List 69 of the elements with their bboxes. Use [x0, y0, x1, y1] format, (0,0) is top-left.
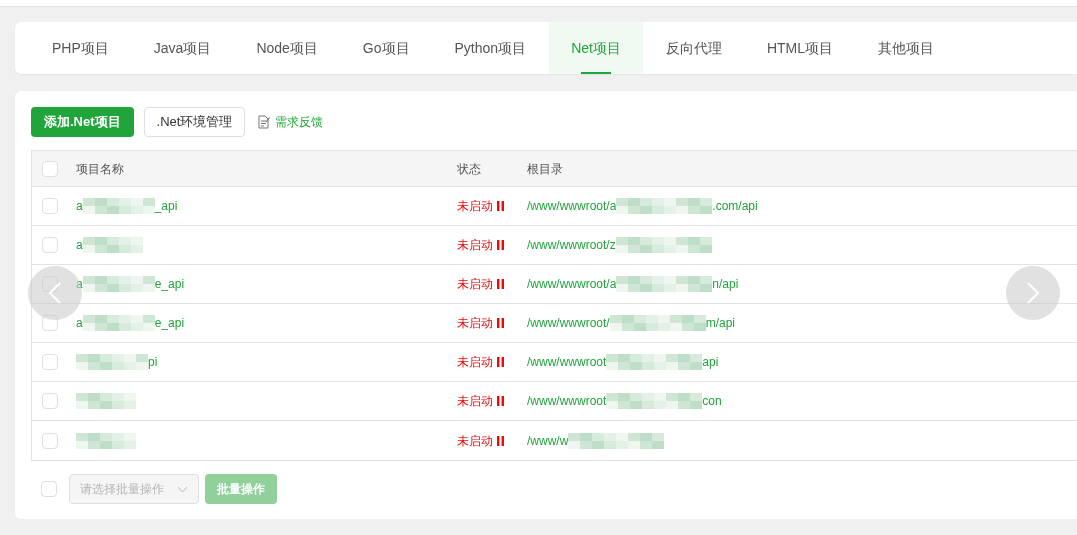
checkbox[interactable]: [42, 198, 58, 214]
tab[interactable]: Python项目: [432, 22, 549, 74]
checkbox[interactable]: [42, 354, 58, 370]
pause-icon: [497, 279, 504, 289]
project-name[interactable]: a: [76, 314, 83, 332]
environment-button[interactable]: .Net环境管理: [143, 107, 246, 137]
feedback-link[interactable]: 需求反馈: [275, 113, 324, 131]
batch-button[interactable]: 批量操作: [205, 474, 277, 504]
root-path[interactable]: /www/wwwroot/a: [527, 197, 617, 215]
pause-icon: [497, 201, 504, 211]
root-path[interactable]: con: [702, 392, 722, 410]
status-text[interactable]: 未启动: [457, 431, 493, 450]
project-name[interactable]: a: [76, 197, 83, 215]
tab[interactable]: 其他项目: [856, 22, 957, 74]
redaction-mosaic: [76, 432, 136, 449]
note-icon: [257, 115, 271, 129]
tab[interactable]: 反向代理: [643, 22, 744, 74]
root-path[interactable]: n/api: [712, 275, 739, 293]
tab[interactable]: Java项目: [131, 22, 234, 74]
project-name[interactable]: _api: [154, 197, 178, 215]
tab[interactable]: Node项目: [234, 22, 340, 74]
status-text[interactable]: 未启动: [457, 197, 493, 215]
column-header: 根目录: [527, 160, 563, 178]
chevron-left-icon: [49, 282, 61, 304]
project-name[interactable]: a: [76, 236, 83, 254]
redaction-mosaic: [76, 393, 136, 409]
root-path[interactable]: m/api: [705, 314, 736, 332]
tab[interactable]: HTML项目: [744, 22, 856, 74]
root-path[interactable]: /www/wwwroot/: [527, 314, 610, 332]
pause-icon: [497, 435, 504, 446]
tab[interactable]: Net项目: [549, 22, 643, 74]
status-text[interactable]: 未启动: [457, 236, 493, 254]
root-path[interactable]: api: [702, 353, 719, 371]
project-name[interactable]: e_api: [154, 275, 185, 293]
project-name[interactable]: e_api: [154, 314, 185, 332]
root-path[interactable]: /www/wwwroot: [527, 392, 607, 410]
chevron-down-icon: [177, 485, 188, 493]
root-path[interactable]: .com/api: [712, 197, 758, 215]
redaction-mosaic: [76, 354, 148, 370]
root-path[interactable]: /www/wwwroot/z: [527, 236, 616, 254]
column-header: 状态: [457, 160, 482, 178]
checkbox[interactable]: [42, 276, 58, 292]
status-text[interactable]: 未启动: [457, 314, 493, 332]
chevron-right-icon: [1027, 282, 1039, 304]
tab[interactable]: PHP项目: [30, 22, 131, 74]
status-text[interactable]: 未启动: [457, 275, 493, 293]
checkbox[interactable]: [42, 315, 58, 331]
status-text[interactable]: 未启动: [457, 353, 493, 371]
add-project-button[interactable]: 添加.Net项目: [31, 107, 134, 137]
pause-icon: [497, 396, 504, 406]
checkbox[interactable]: [42, 432, 58, 449]
project-name[interactable]: pi: [148, 353, 158, 371]
root-path[interactable]: /www/wwwroot: [527, 353, 607, 371]
root-path[interactable]: /www/wwwroot/a: [527, 275, 617, 293]
status-text[interactable]: 未启动: [457, 392, 493, 410]
next-button[interactable]: [1006, 266, 1060, 320]
checkbox[interactable]: [41, 481, 57, 497]
pause-icon: [497, 357, 504, 367]
root-path[interactable]: /www/w: [527, 431, 569, 450]
tab[interactable]: Go项目: [340, 22, 432, 74]
pause-icon: [497, 318, 504, 328]
column-header: 项目名称: [76, 160, 125, 178]
checkbox[interactable]: [42, 393, 58, 409]
checkbox[interactable]: [42, 237, 58, 253]
redaction-mosaic: [82, 237, 143, 253]
pause-icon: [497, 240, 504, 250]
project-name[interactable]: a: [76, 275, 83, 293]
checkbox[interactable]: [42, 160, 58, 177]
previous-button[interactable]: [28, 266, 82, 320]
